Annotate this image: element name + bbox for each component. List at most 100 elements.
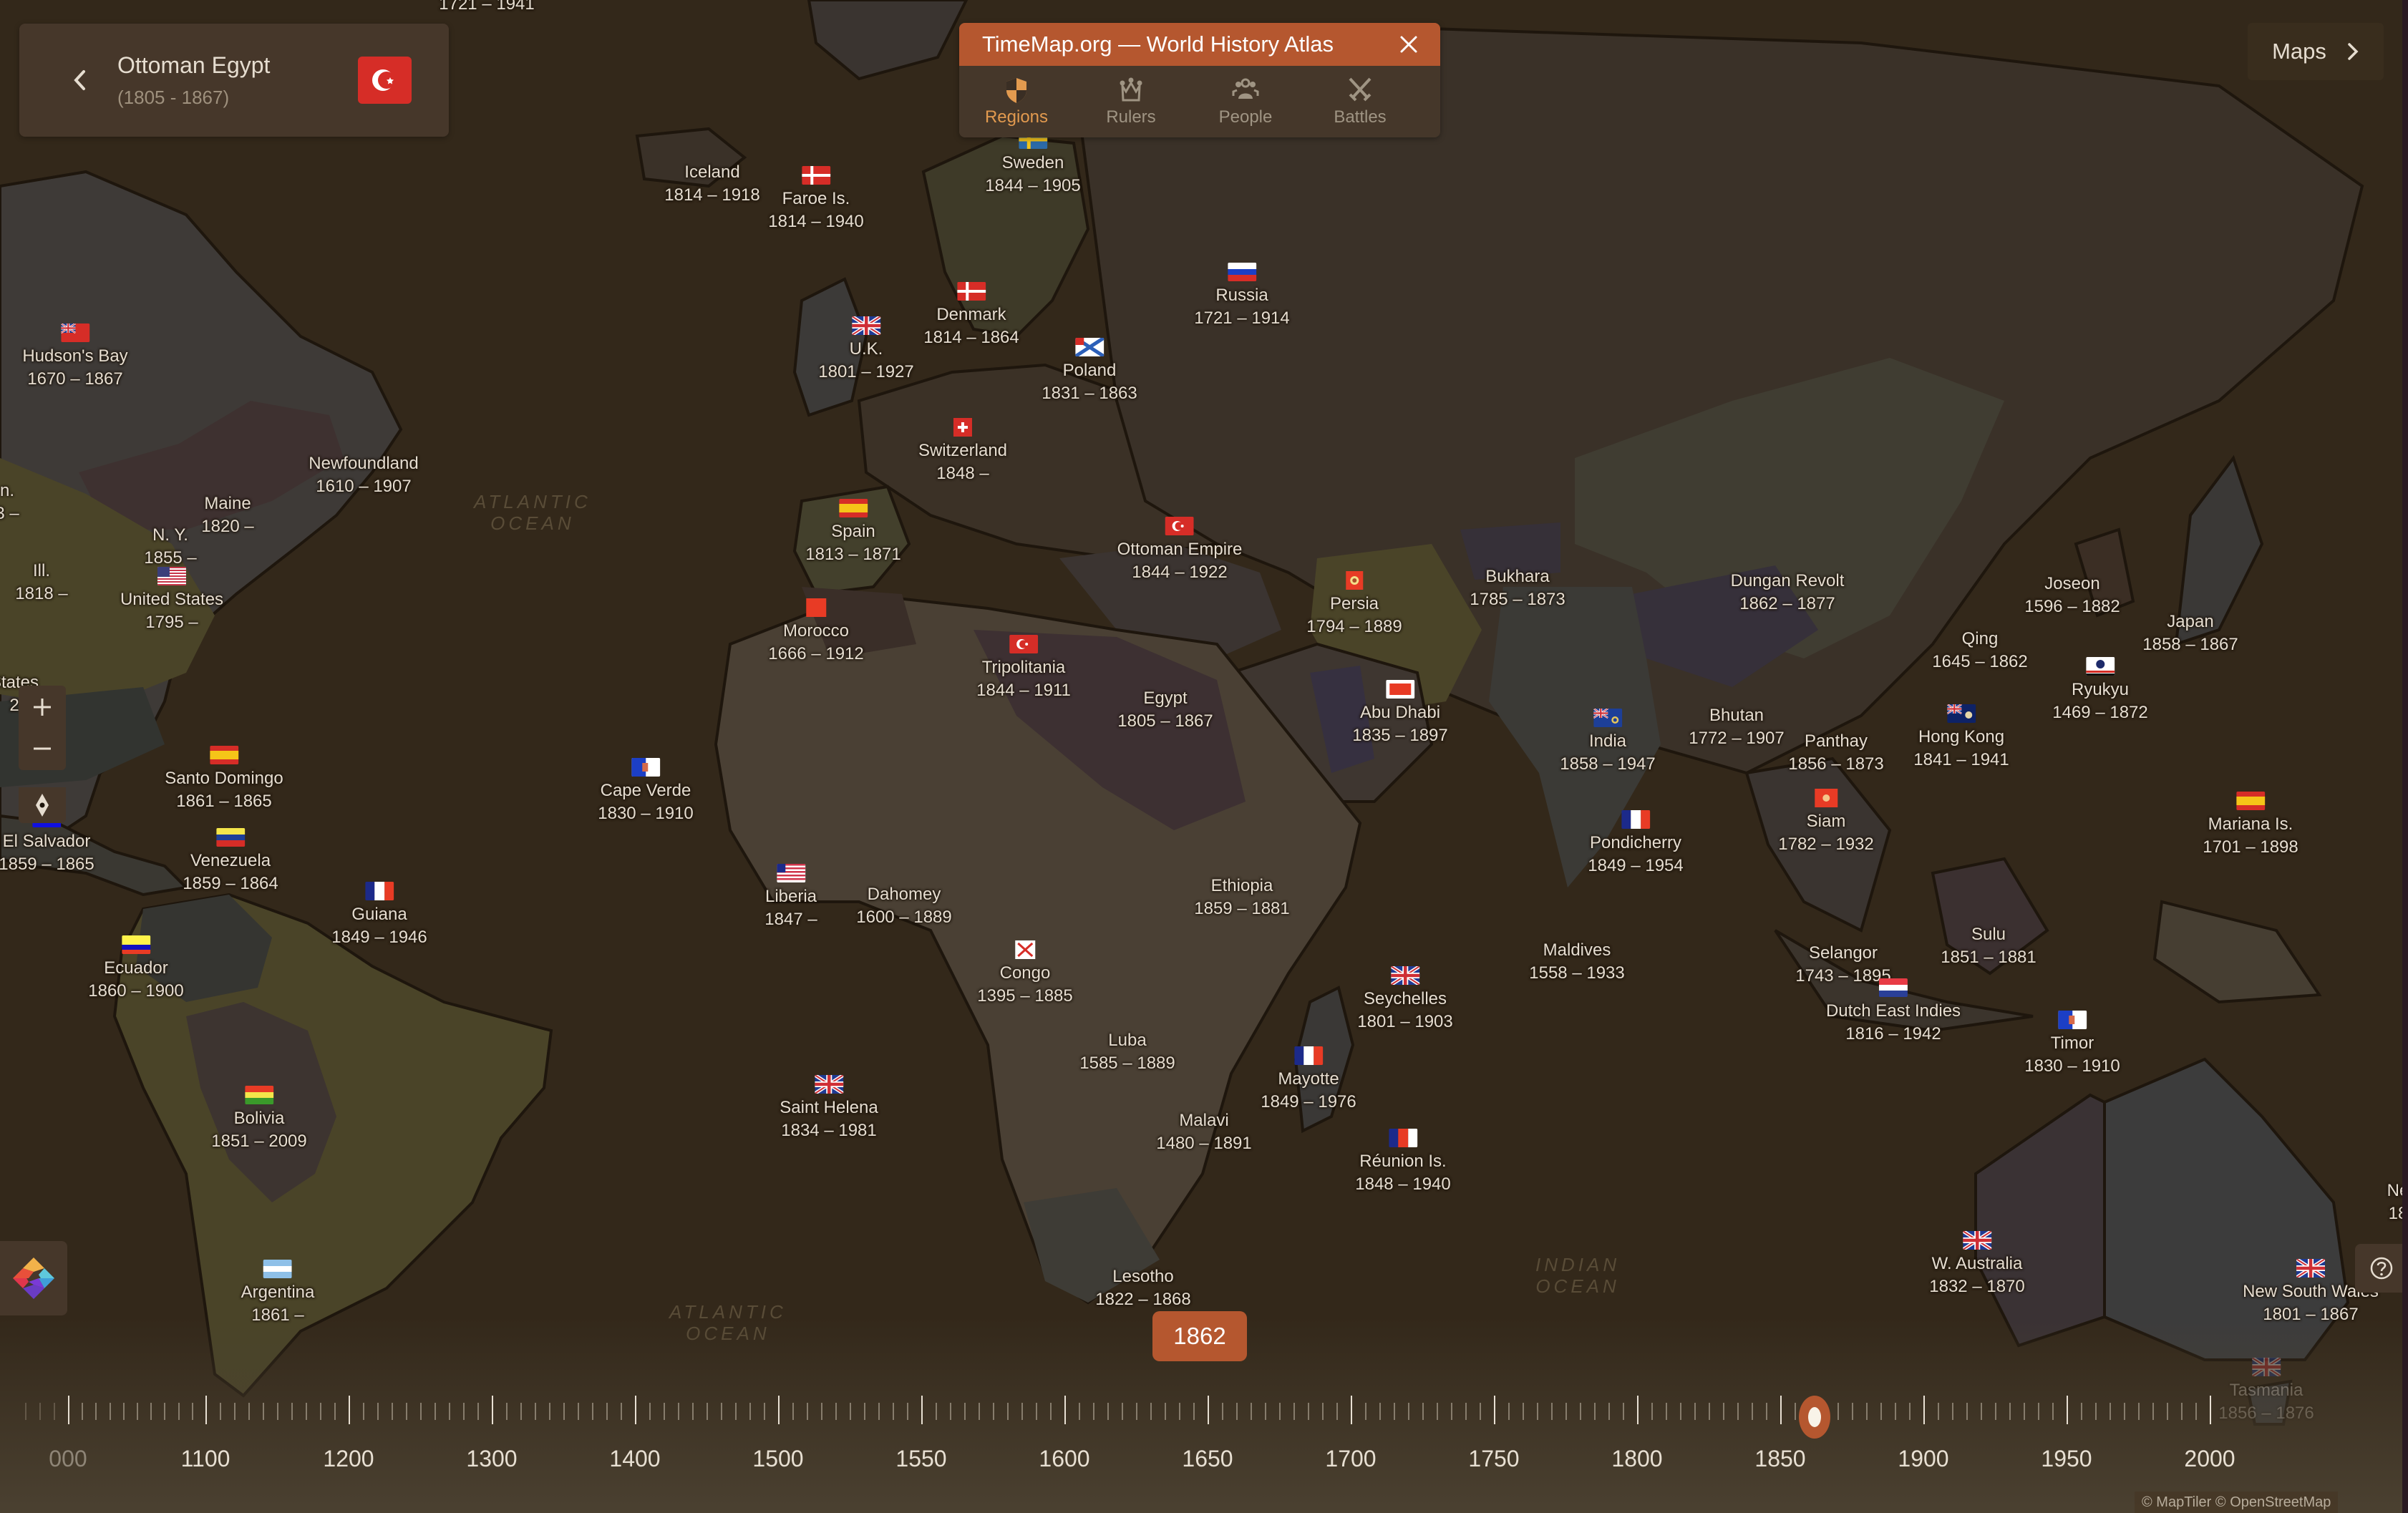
region-label[interactable]: Hudson's Bay 1670 – 1867 [22,323,128,391]
region-label[interactable]: Japan 1858 – 1867 [2142,610,2238,656]
timeline-label[interactable]: 1400 [609,1446,660,1472]
current-year-badge[interactable]: 1862 [1152,1311,1247,1361]
region-label[interactable]: Maldives 1558 – 1933 [1529,939,1624,985]
timeline-label[interactable]: 1750 [1468,1446,1519,1472]
region-label[interactable]: Malavi 1480 – 1891 [1156,1109,1251,1155]
app-logo-button[interactable] [0,1241,67,1315]
timeline-label[interactable]: 1950 [2041,1446,2092,1472]
region-label[interactable]: Réunion Is. 1848 – 1940 [1355,1129,1451,1196]
region-label[interactable]: Spain 1813 – 1871 [805,499,901,566]
tab-people[interactable]: People [1188,66,1303,137]
region-label[interactable]: U.K. 1801 – 1927 [818,316,914,384]
timeline-label[interactable]: 1550 [895,1446,946,1472]
timeline-minor-tick [164,1403,166,1420]
region-dates: 1469 – 1872 [2052,703,2148,722]
timeline-label[interactable]: 1900 [1898,1446,1948,1472]
help-button[interactable] [2355,1244,2408,1293]
region-label[interactable]: Panthay 1856 – 1873 [1788,730,1883,776]
region-label[interactable]: Saint Helena 1834 – 1981 [780,1075,878,1142]
region-name: Maldives [1543,940,1611,960]
region-name: Egypt [1143,689,1188,708]
region-label[interactable]: Liberia 1847 – [764,864,817,931]
region-label[interactable]: Ryukyu 1469 – 1872 [2052,657,2148,724]
timeline-label[interactable]: 000 [49,1446,87,1472]
timeline-label[interactable]: 1500 [752,1446,803,1472]
region-label[interactable]: United States 1795 – [120,567,223,634]
region-label[interactable]: 1721 – 1941 [439,0,534,16]
region-label[interactable]: Ottoman Empire 1844 – 1922 [1117,517,1242,584]
region-label[interactable]: W. Australia 1832 – 1870 [1929,1231,2025,1298]
timeline-label[interactable]: 1800 [1611,1446,1662,1472]
region-label[interactable]: Dahomey 1600 – 1889 [856,883,951,929]
region-label[interactable]: Pondicherry 1849 – 1954 [1588,810,1684,877]
region-label[interactable]: Santo Domingo 1861 – 1865 [165,746,283,813]
region-label[interactable]: Joseon 1596 – 1882 [2024,573,2120,618]
region-label[interactable]: Poland 1831 – 1863 [1042,338,1137,405]
region-label[interactable]: Venezuela 1859 – 1864 [183,828,278,895]
region-label[interactable]: Dungan Revolt 1862 – 1877 [1731,570,1845,616]
zoom-out-button[interactable] [19,727,66,770]
region-label[interactable]: Russia 1721 – 1914 [1194,263,1290,330]
close-icon[interactable] [1397,33,1420,56]
region-label[interactable]: Bolivia 1851 – 2009 [211,1086,307,1153]
timeline-label[interactable]: 1100 [181,1446,230,1472]
timeline-minor-tick [1251,1403,1252,1420]
region-dates: 1721 – 1941 [439,0,535,14]
region-label[interactable]: Congo 1395 – 1885 [977,940,1073,1008]
timeline-major-tick [492,1396,493,1424]
region-label[interactable]: Newfoundland 1610 – 1907 [309,452,418,498]
region-label[interactable]: Cape Verde 1830 – 1910 [598,758,694,825]
region-label[interactable]: Denmark 1814 – 1864 [923,282,1019,349]
region-label[interactable]: Sulu 1851 – 1881 [1941,923,2036,969]
region-label[interactable]: India 1858 – 1947 [1560,709,1656,776]
tab-battles[interactable]: Battles [1303,66,1417,137]
zoom-in-button[interactable] [19,686,66,729]
timeline-label[interactable]: 1300 [466,1446,517,1472]
back-button[interactable] [62,62,98,98]
region-label[interactable]: Siam 1782 – 1932 [1778,789,1874,856]
region-label[interactable]: Maine 1820 – [201,492,253,538]
region-label[interactable]: Mariana Is. 1701 – 1898 [2203,792,2298,859]
region-label[interactable]: Hong Kong 1841 – 1941 [1913,704,2009,772]
region-dates: 1830 – 1910 [598,804,694,823]
timeline-scale[interactable]: 000 1100 1200 1300 1400 1500 1550 1600 1650 1700 1… [0,1388,2408,1482]
region-label[interactable]: Morocco 1666 – 1912 [768,598,864,666]
region-label[interactable]: Ethiopia 1859 – 1881 [1194,875,1289,920]
map-attribution[interactable]: © MapTiler © OpenStreetMap [2135,1492,2339,1513]
timeline-label[interactable]: 2000 [2184,1446,2235,1472]
region-label[interactable]: Bhutan 1772 – 1907 [1689,704,1784,750]
region-label[interactable]: Dutch East Indies 1816 – 1942 [1826,978,1961,1046]
region-label[interactable]: Timor 1830 – 1910 [2024,1011,2120,1078]
region-label[interactable]: Qing 1645 – 1862 [1932,628,2027,673]
region-label[interactable]: Iceland 1814 – 1918 [664,161,759,207]
timeline-label[interactable]: 1600 [1039,1446,1089,1472]
timeline-label[interactable]: 1850 [1754,1446,1805,1472]
persia-flag-icon [1346,571,1363,590]
compass-reset-north-button[interactable] [19,787,66,823]
region-label[interactable]: Faroe Is. 1814 – 1940 [768,166,864,233]
region-label[interactable]: Tripolitania 1844 – 1911 [976,635,1071,702]
timeline-label[interactable]: 1650 [1182,1446,1233,1472]
region-label[interactable]: Lesotho 1822 – 1868 [1095,1265,1190,1311]
region-label[interactable]: Sweden 1844 – 1905 [985,130,1081,198]
region-label[interactable]: Guiana 1849 – 1946 [331,882,427,949]
region-label[interactable]: Bukhara 1785 – 1873 [1470,565,1565,611]
region-label[interactable]: Mayotte 1849 – 1976 [1261,1046,1356,1114]
tab-rulers[interactable]: Rulers [1074,66,1188,137]
region-label[interactable]: N. Y. 1855 – [144,524,196,570]
timeline-label[interactable]: 1200 [323,1446,374,1472]
timeline-label[interactable]: 1700 [1325,1446,1376,1472]
tab-regions[interactable]: Regions [959,66,1074,137]
region-label[interactable]: Ecuador 1860 – 1900 [88,935,184,1003]
region-label[interactable]: Egypt 1805 – 1867 [1117,687,1213,733]
region-label[interactable]: Ill. 1818 – [15,560,67,605]
region-label[interactable]: Seychelles 1801 – 1903 [1357,966,1453,1033]
region-label[interactable]: Abu Dhabi 1835 – 1897 [1352,680,1448,747]
maps-button[interactable]: Maps [2248,23,2384,80]
region-label[interactable]: Luba 1585 – 1889 [1079,1029,1175,1075]
region-label[interactable]: n. 3 – [0,480,19,525]
region-label[interactable]: Persia 1794 – 1889 [1306,571,1402,638]
world-map[interactable] [0,0,2408,1513]
timeline-slider-handle[interactable] [1799,1396,1830,1439]
region-label[interactable]: Switzerland 1848 – [918,418,1007,485]
